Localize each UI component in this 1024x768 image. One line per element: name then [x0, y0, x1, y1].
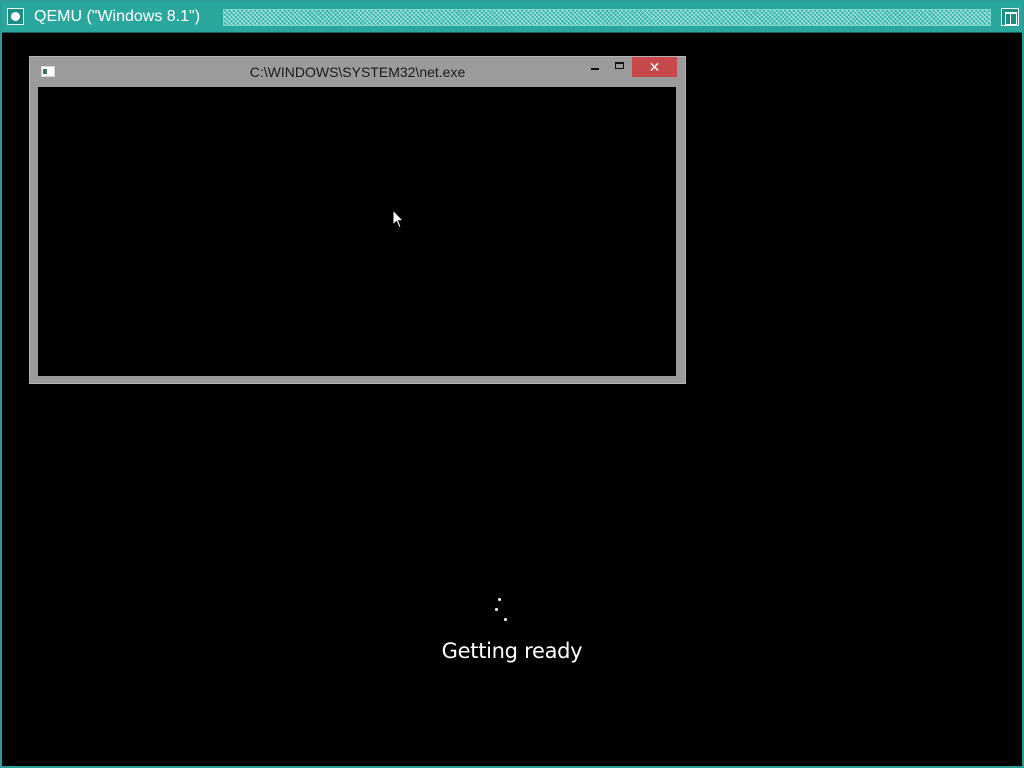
qemu-window-title: QEMU ("Windows 8.1") — [34, 8, 201, 25]
console-titlebar[interactable]: C:\WINDOWS\SYSTEM32\net.exe ✕ — [30, 57, 685, 87]
loading-spinner-icon — [490, 596, 510, 624]
status-text: Getting ready — [441, 639, 583, 663]
close-icon: ✕ — [648, 59, 661, 75]
minimize-button[interactable] — [582, 57, 608, 77]
qemu-maximize-icon-divider — [1010, 12, 1011, 24]
maximize-button[interactable] — [608, 57, 632, 77]
spinner-dot — [495, 608, 498, 611]
qemu-system-menu-icon[interactable] — [7, 8, 24, 25]
console-window[interactable]: C:\WINDOWS\SYSTEM32\net.exe ✕ — [29, 56, 686, 384]
mouse-cursor-icon — [392, 209, 404, 229]
spinner-dot — [498, 598, 501, 601]
minimize-icon — [591, 68, 599, 70]
spinner-dot — [504, 618, 507, 621]
maximize-icon — [615, 62, 624, 69]
qemu-maximize-icon-frame — [1005, 12, 1017, 25]
console-output-area[interactable] — [38, 87, 676, 376]
qemu-title-stripes — [223, 9, 991, 26]
qemu-maximize-icon[interactable] — [1001, 8, 1019, 26]
qemu-titlebar[interactable]: QEMU ("Windows 8.1") — [2, 2, 1022, 33]
qemu-system-menu-dot — [11, 12, 20, 21]
close-button[interactable]: ✕ — [632, 57, 677, 77]
